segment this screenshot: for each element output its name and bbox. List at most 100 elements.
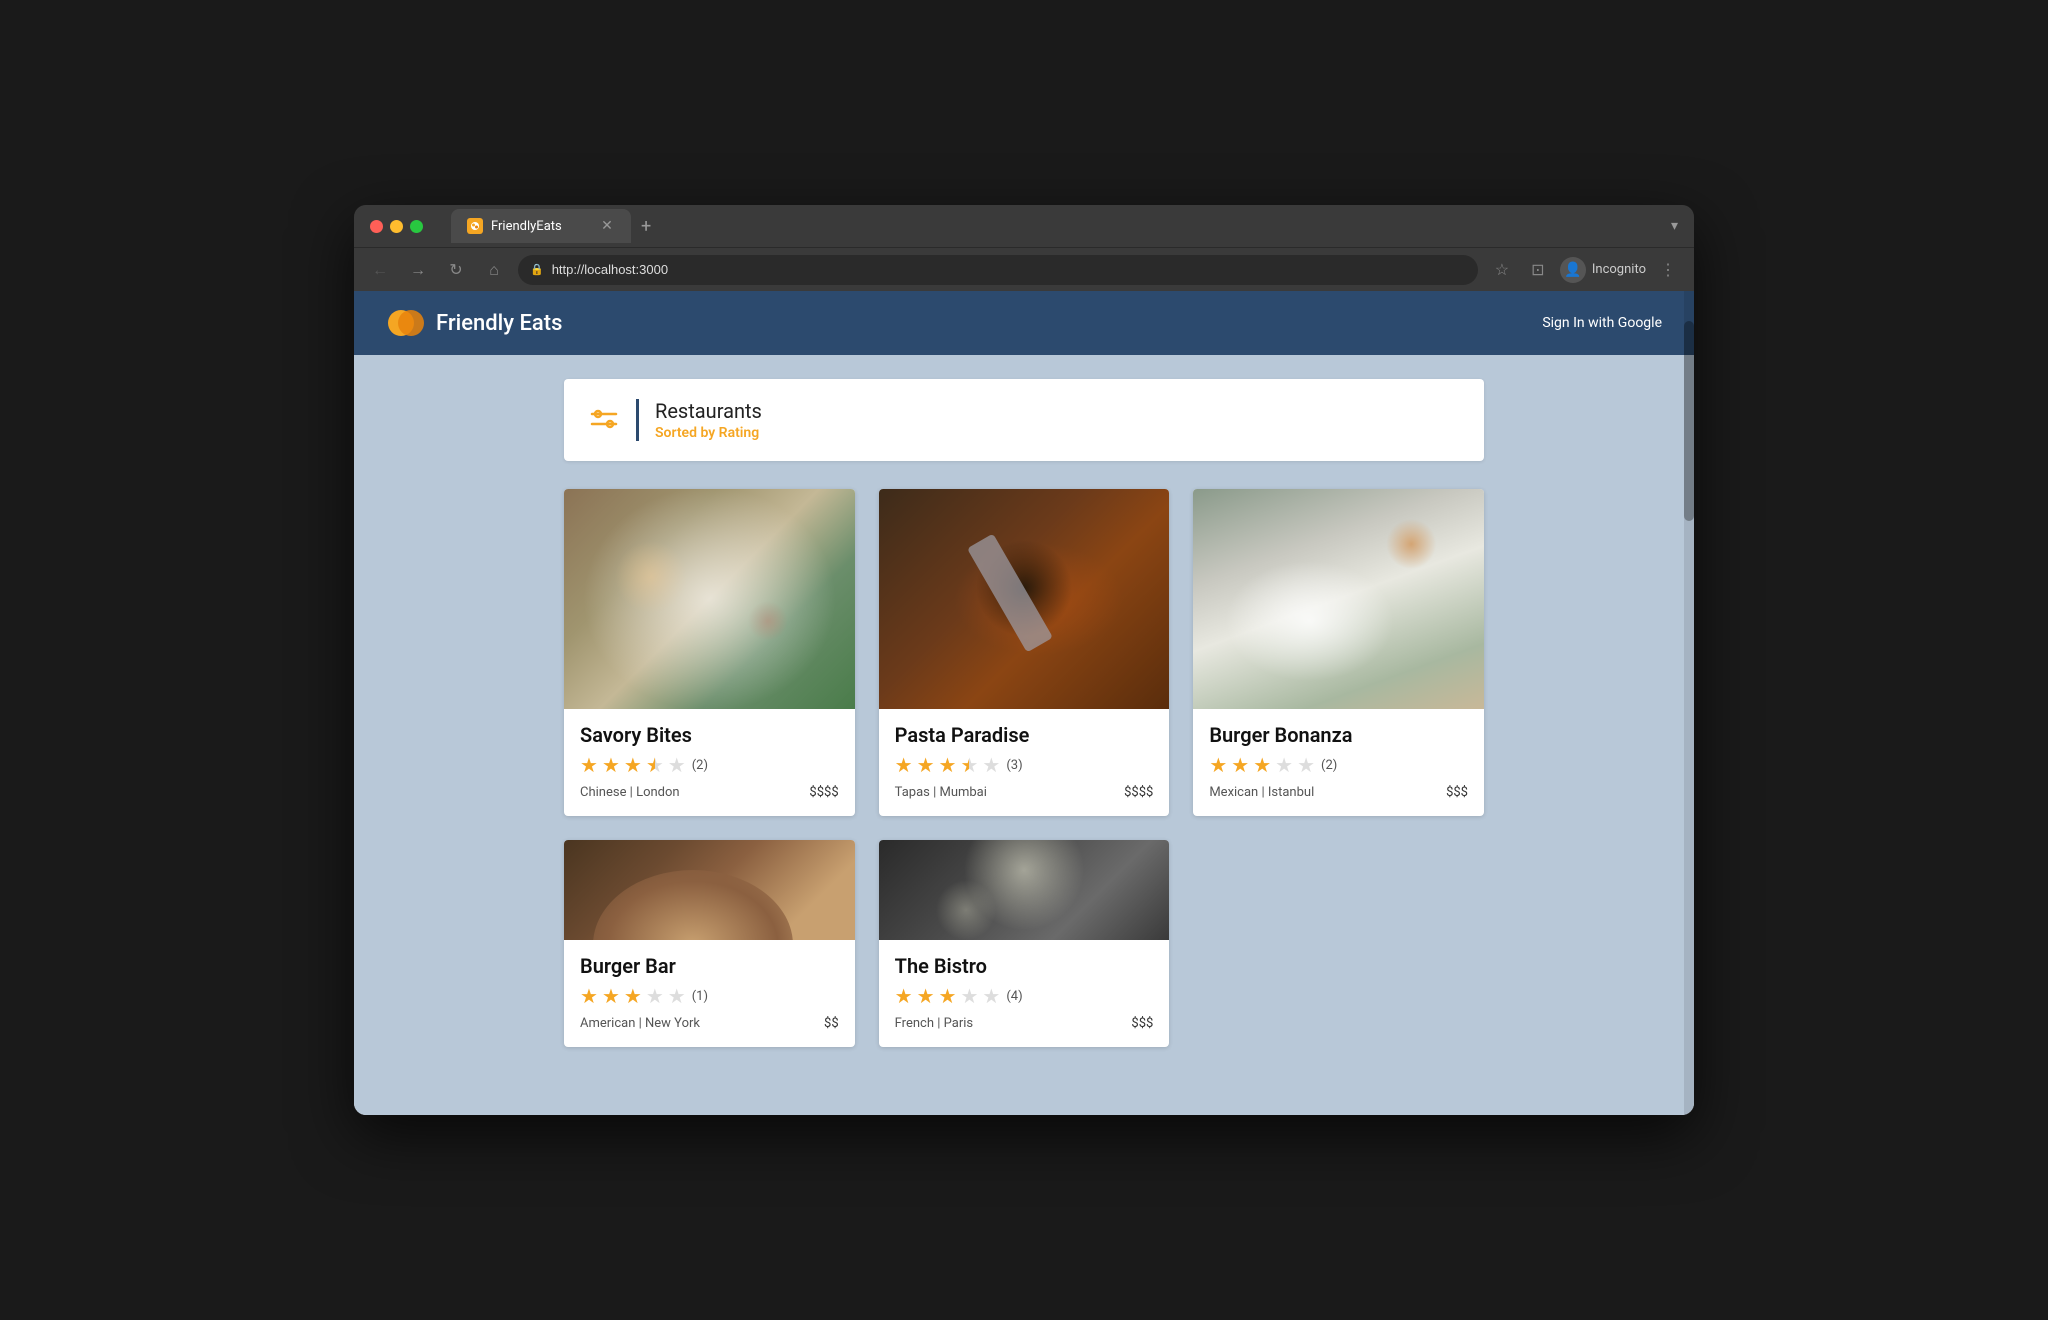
scrollbar-thumb[interactable]	[1684, 321, 1694, 521]
restaurants-grid: Savory Bites ★★★★★ (2) Chinese | London …	[564, 489, 1484, 1047]
review-count: (2)	[692, 758, 708, 773]
incognito-button[interactable]: 👤 Incognito	[1560, 257, 1646, 283]
restaurants-sort-label: Sorted by Rating	[655, 425, 762, 441]
restaurant-meta: Tapas | Mumbai $$$$	[895, 785, 1154, 800]
forward-button[interactable]: →	[404, 256, 432, 284]
filter-icon-container	[588, 404, 620, 436]
restaurant-info: Burger Bar ★★★★★ (1) American | New York…	[564, 940, 855, 1047]
restaurant-cuisine-city: Chinese | London	[580, 785, 680, 800]
restaurant-name: Savory Bites	[580, 723, 839, 747]
restaurant-card[interactable]: Burger Bonanza ★★★★★ (2) Mexican | Istan…	[1193, 489, 1484, 816]
home-button[interactable]: ⌂	[480, 256, 508, 284]
review-count: (4)	[1006, 989, 1022, 1004]
restaurant-cuisine-city: French | Paris	[895, 1016, 973, 1031]
star-filled: ★	[895, 984, 913, 1008]
address-bar[interactable]: 🔒	[518, 255, 1478, 285]
restaurant-image	[879, 840, 1170, 940]
restaurant-card[interactable]: Pasta Paradise ★★★★★ (3) Tapas | Mumbai …	[879, 489, 1170, 816]
lock-icon: 🔒	[530, 263, 544, 276]
browser-content: Friendly Eats Sign In with Google	[354, 291, 1694, 1115]
star-empty: ★	[1297, 753, 1315, 777]
star-filled: ★	[939, 753, 957, 777]
sign-in-button[interactable]: Sign In with Google	[1542, 315, 1662, 331]
star-empty: ★	[668, 984, 686, 1008]
review-count: (3)	[1006, 758, 1022, 773]
star-filled: ★	[624, 984, 642, 1008]
restaurants-section-title: Restaurants	[655, 399, 762, 423]
restaurant-meta: Mexican | Istanbul $$$	[1209, 785, 1468, 800]
stars-row: ★★★★★ (4)	[895, 984, 1154, 1008]
restaurant-meta: Chinese | London $$$$	[580, 785, 839, 800]
review-count: (2)	[1321, 758, 1337, 773]
star-filled: ★	[624, 753, 642, 777]
restaurant-card[interactable]: Savory Bites ★★★★★ (2) Chinese | London …	[564, 489, 855, 816]
nav-right-buttons: ☆ ⊡ 👤 Incognito ⋮	[1488, 256, 1682, 284]
star-filled: ★	[939, 984, 957, 1008]
new-tab-button[interactable]: +	[635, 216, 657, 237]
traffic-lights	[370, 220, 423, 233]
app-header: Friendly Eats Sign In with Google	[354, 291, 1694, 355]
restaurant-image	[564, 840, 855, 940]
tab-favicon	[467, 218, 483, 234]
active-tab[interactable]: FriendlyEats ✕	[451, 209, 631, 243]
restaurant-info: Savory Bites ★★★★★ (2) Chinese | London …	[564, 709, 855, 816]
app-container: Friendly Eats Sign In with Google	[354, 291, 1694, 1115]
stars-row: ★★★★★ (1)	[580, 984, 839, 1008]
tab-title: FriendlyEats	[491, 219, 562, 234]
reload-button[interactable]: ↻	[442, 256, 470, 284]
star-filled: ★	[917, 753, 935, 777]
star-filled: ★	[580, 753, 598, 777]
content-wrapper: Restaurants Sorted by Rating Savory Bite…	[564, 379, 1484, 1047]
star-filled: ★	[1231, 753, 1249, 777]
app-logo: Friendly Eats	[386, 303, 562, 343]
tab-menu-button[interactable]: ▾	[1671, 218, 1678, 234]
restaurant-image	[879, 489, 1170, 709]
tab-close-button[interactable]: ✕	[599, 218, 615, 234]
restaurant-info: Burger Bonanza ★★★★★ (2) Mexican | Istan…	[1193, 709, 1484, 816]
restaurant-image	[564, 489, 855, 709]
restaurant-name: Burger Bar	[580, 954, 839, 978]
logo-icon	[386, 303, 426, 343]
stars-row: ★★★★★ (2)	[1209, 753, 1468, 777]
review-count: (1)	[692, 989, 708, 1004]
star-empty: ★	[646, 984, 664, 1008]
restaurant-name: Pasta Paradise	[895, 723, 1154, 747]
star-empty: ★	[668, 753, 686, 777]
stars-row: ★★★★★ (3)	[895, 753, 1154, 777]
star-filled: ★	[602, 753, 620, 777]
app-title: Friendly Eats	[436, 311, 562, 336]
maximize-button[interactable]	[410, 220, 423, 233]
restaurants-header-text: Restaurants Sorted by Rating	[636, 399, 762, 441]
more-options-button[interactable]: ⋮	[1654, 256, 1682, 284]
star-filled: ★	[580, 984, 598, 1008]
browser-titlebar: FriendlyEats ✕ + ▾	[354, 205, 1694, 247]
restaurant-price: $$	[824, 1016, 839, 1031]
tabs-area: FriendlyEats ✕ +	[451, 209, 1659, 243]
bookmark-button[interactable]: ☆	[1488, 256, 1516, 284]
stars-row: ★★★★★ (2)	[580, 753, 839, 777]
scrollbar[interactable]	[1684, 291, 1694, 1115]
star-half: ★	[646, 753, 664, 777]
sidebar-button[interactable]: ⊡	[1524, 256, 1552, 284]
star-half: ★	[960, 753, 978, 777]
restaurant-info: The Bistro ★★★★★ (4) French | Paris $$$	[879, 940, 1170, 1047]
restaurant-price: $$$	[1131, 1016, 1153, 1031]
restaurant-image	[1193, 489, 1484, 709]
restaurant-card[interactable]: The Bistro ★★★★★ (4) French | Paris $$$	[879, 840, 1170, 1047]
minimize-button[interactable]	[390, 220, 403, 233]
back-button[interactable]: ←	[366, 256, 394, 284]
star-filled: ★	[1209, 753, 1227, 777]
restaurant-name: Burger Bonanza	[1209, 723, 1468, 747]
restaurant-price: $$$$	[1124, 785, 1153, 800]
star-empty: ★	[960, 984, 978, 1008]
incognito-label: Incognito	[1592, 262, 1646, 277]
star-filled: ★	[602, 984, 620, 1008]
restaurant-price: $$$$	[809, 785, 838, 800]
url-input[interactable]	[552, 262, 1466, 277]
close-button[interactable]	[370, 220, 383, 233]
star-filled: ★	[1253, 753, 1271, 777]
restaurant-card[interactable]: Burger Bar ★★★★★ (1) American | New York…	[564, 840, 855, 1047]
restaurant-cuisine-city: American | New York	[580, 1016, 700, 1031]
restaurant-meta: French | Paris $$$	[895, 1016, 1154, 1031]
incognito-avatar: 👤	[1560, 257, 1586, 283]
